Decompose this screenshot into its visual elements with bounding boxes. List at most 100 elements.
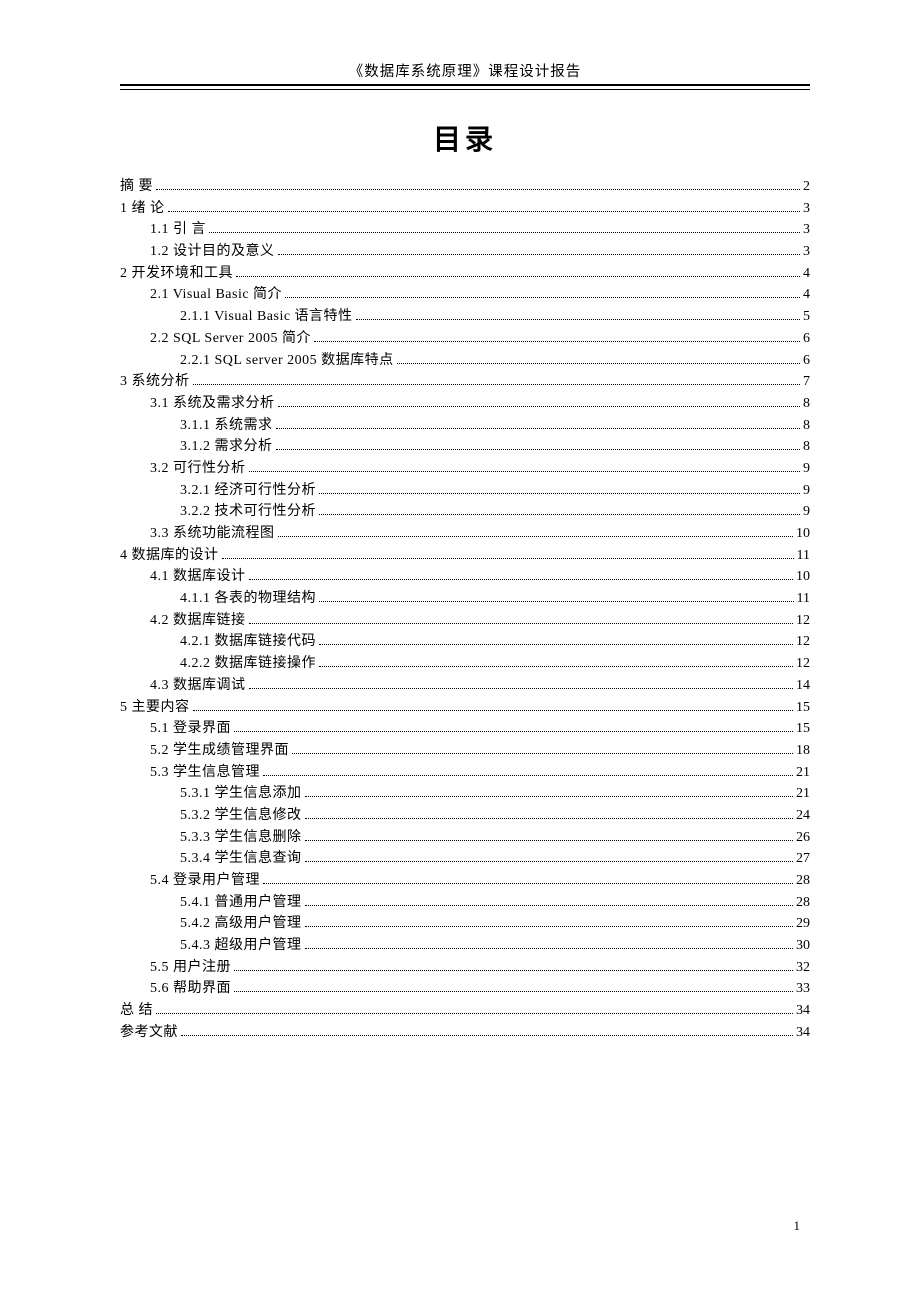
toc-entry: 总 结34	[120, 1000, 810, 1022]
toc-entry-page: 34	[796, 1000, 810, 1022]
toc-entry-page: 30	[796, 935, 810, 957]
toc-entry-label: 5.4 登录用户管理	[150, 870, 260, 892]
toc-leader-dots	[181, 1035, 793, 1036]
toc-leader-dots	[168, 211, 801, 212]
toc-entry: 4.1 数据库设计10	[120, 566, 810, 588]
toc-leader-dots	[314, 341, 800, 342]
toc-entry-label: 4.3 数据库调试	[150, 675, 246, 697]
toc-entry-label: 1.1 引 言	[150, 219, 206, 241]
toc-entry-label: 3.1 系统及需求分析	[150, 393, 275, 415]
toc-leader-dots	[305, 948, 794, 949]
toc-leader-dots	[278, 254, 801, 255]
toc-entry-page: 5	[803, 306, 810, 328]
toc-leader-dots	[285, 297, 800, 298]
toc-leader-dots	[276, 449, 801, 450]
toc-entry-page: 12	[796, 631, 810, 653]
toc-entry-label: 2.1.1 Visual Basic 语言特性	[180, 306, 353, 328]
toc-entry-label: 1 绪 论	[120, 198, 165, 220]
toc-leader-dots	[305, 861, 794, 862]
toc-leader-dots	[292, 753, 793, 754]
toc-entry-page: 2	[803, 176, 810, 198]
toc-entry-page: 33	[796, 978, 810, 1000]
toc-entry: 3.1.2 需求分析8	[120, 436, 810, 458]
toc-entry: 5.3.4 学生信息查询27	[120, 848, 810, 870]
toc-entry-page: 4	[803, 263, 810, 285]
toc-entry-page: 32	[796, 957, 810, 979]
toc-leader-dots	[193, 710, 794, 711]
toc-leader-dots	[278, 536, 794, 537]
toc-entry-page: 34	[796, 1022, 810, 1044]
toc-leader-dots	[249, 579, 794, 580]
toc-entry: 5 主要内容15	[120, 697, 810, 719]
toc-entry: 摘 要 2	[120, 176, 810, 198]
toc-entry-label: 5.6 帮助界面	[150, 978, 231, 1000]
toc-entry: 3.1.1 系统需求 8	[120, 415, 810, 437]
toc-entry-page: 26	[796, 827, 810, 849]
header-rule	[120, 84, 810, 90]
toc-entry-label: 4.1 数据库设计	[150, 566, 246, 588]
toc-entry-label: 5.1 登录界面	[150, 718, 231, 740]
toc-entry-label: 4.1.1 各表的物理结构	[180, 588, 316, 610]
toc-entry-page: 3	[803, 219, 810, 241]
toc-entry: 4.2.2 数据库链接操作 12	[120, 653, 810, 675]
toc-entry-page: 6	[803, 350, 810, 372]
toc-leader-dots	[222, 558, 794, 559]
toc-entry-label: 3.1.1 系统需求	[180, 415, 273, 437]
toc-entry: 5.4 登录用户管理 28	[120, 870, 810, 892]
toc-entry-page: 24	[796, 805, 810, 827]
toc-leader-dots	[305, 926, 794, 927]
toc-entry: 5.5 用户注册 32	[120, 957, 810, 979]
toc-entry-page: 7	[803, 371, 810, 393]
toc-leader-dots	[156, 189, 800, 190]
toc-leader-dots	[305, 818, 794, 819]
toc-entry: 5.3.2 学生信息修改 24	[120, 805, 810, 827]
toc-entry-page: 28	[796, 870, 810, 892]
toc-entry-page: 15	[796, 697, 810, 719]
toc-entry: 5.3.1 学生信息添加 21	[120, 783, 810, 805]
toc-entry-label: 5.2 学生成绩管理界面	[150, 740, 289, 762]
toc-entry-page: 21	[796, 762, 810, 784]
toc-entry: 2.1 Visual Basic 简介4	[120, 284, 810, 306]
toc-entry-label: 4.2.2 数据库链接操作	[180, 653, 316, 675]
toc-entry: 4.3 数据库调试14	[120, 675, 810, 697]
toc-entry-label: 3.1.2 需求分析	[180, 436, 273, 458]
toc-entry-page: 21	[796, 783, 810, 805]
toc-entry-page: 6	[803, 328, 810, 350]
toc-entry-label: 2.2.1 SQL server 2005 数据库特点	[180, 350, 394, 372]
toc-entry-page: 29	[796, 913, 810, 935]
toc-leader-dots	[249, 471, 801, 472]
toc-entry-label: 5.5 用户注册	[150, 957, 231, 979]
toc-entry: 1.1 引 言 3	[120, 219, 810, 241]
toc-leader-dots	[319, 601, 794, 602]
toc-entry-label: 5.3.3 学生信息删除	[180, 827, 302, 849]
toc-leader-dots	[397, 363, 800, 364]
toc-entry-label: 5.3.1 学生信息添加	[180, 783, 302, 805]
toc-entry: 3.2 可行性分析9	[120, 458, 810, 480]
toc-entry-page: 12	[796, 653, 810, 675]
toc-entry-page: 3	[803, 241, 810, 263]
toc-leader-dots	[278, 406, 801, 407]
toc-entry-label: 摘 要	[120, 176, 153, 198]
toc-leader-dots	[234, 731, 793, 732]
toc-entry-label: 4.2 数据库链接	[150, 610, 246, 632]
toc-entry: 参考文献34	[120, 1022, 810, 1044]
toc-leader-dots	[249, 623, 794, 624]
toc-entry-label: 3.2.2 技术可行性分析	[180, 501, 316, 523]
toc-entry-page: 8	[803, 415, 810, 437]
toc-leader-dots	[209, 232, 800, 233]
toc-entry: 5.4.3 超级用户管理30	[120, 935, 810, 957]
toc-entry-label: 5.4.1 普通用户管理	[180, 892, 302, 914]
toc-entry-page: 8	[803, 393, 810, 415]
toc-entry: 5.3.3 学生信息删除 26	[120, 827, 810, 849]
toc-entry: 3.1 系统及需求分析 8	[120, 393, 810, 415]
toc-entry-page: 3	[803, 198, 810, 220]
toc-entry-page: 28	[796, 892, 810, 914]
toc-entry: 5.3 学生信息管理21	[120, 762, 810, 784]
toc-entry: 3 系统分析 7	[120, 371, 810, 393]
toc-entry-label: 5.3.2 学生信息修改	[180, 805, 302, 827]
toc-leader-dots	[156, 1013, 793, 1014]
toc-entry-label: 3 系统分析	[120, 371, 190, 393]
toc-leader-dots	[356, 319, 800, 320]
toc-entry-label: 5.4.2 高级用户管理	[180, 913, 302, 935]
toc-leader-dots	[319, 666, 793, 667]
